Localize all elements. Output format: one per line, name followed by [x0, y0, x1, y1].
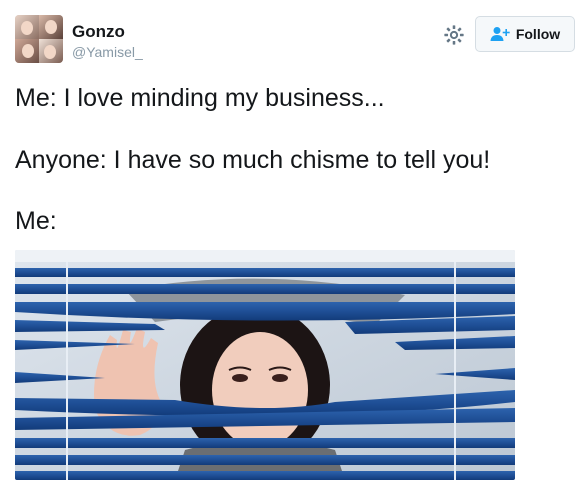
add-user-icon — [490, 27, 510, 41]
follow-button[interactable]: Follow — [475, 16, 575, 52]
avatar[interactable] — [15, 15, 63, 63]
display-name[interactable]: Gonzo — [72, 22, 125, 42]
tweet-text-line: Me: I love minding my business... — [15, 84, 385, 112]
avatar-face-3 — [22, 44, 34, 58]
tweet-text-line: Me: — [15, 207, 57, 235]
avatar-face-2 — [45, 20, 57, 34]
tweet-photo[interactable] — [15, 250, 515, 480]
avatar-face-4 — [44, 45, 56, 59]
gear-icon[interactable] — [443, 24, 465, 46]
tweet-text-line: Anyone: I have so much chisme to tell yo… — [15, 146, 491, 174]
avatar-face-1 — [21, 21, 33, 35]
user-handle[interactable]: @Yamisel_ — [72, 44, 143, 60]
tweet-header: Gonzo @Yamisel_ Follow — [0, 0, 588, 70]
follow-button-label: Follow — [515, 26, 561, 42]
photo-blinds-peek — [15, 250, 515, 480]
